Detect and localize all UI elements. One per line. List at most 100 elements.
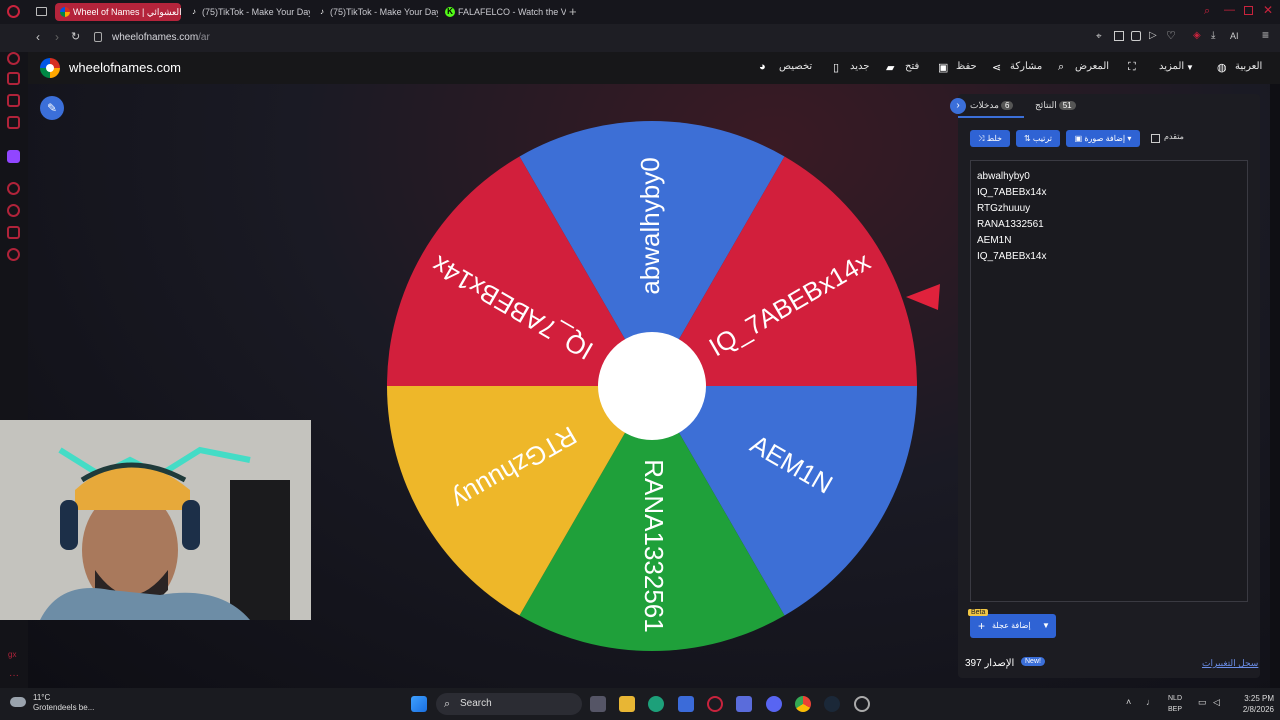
save-button[interactable]: حفظ	[956, 61, 977, 72]
adblock-icon[interactable]	[1131, 31, 1141, 41]
heart-icon[interactable]: ♡	[1166, 29, 1176, 42]
ai-button[interactable]: AI	[1230, 31, 1239, 41]
steam-icon[interactable]	[824, 696, 840, 712]
aria-icon[interactable]	[7, 52, 20, 65]
tab-underline	[958, 116, 1024, 118]
wallet-icon[interactable]: ◈	[1193, 30, 1201, 41]
add-image-button[interactable]: ▣ إضافة صورة ▾	[1066, 130, 1140, 147]
tab-results-label: النتائج	[1035, 100, 1057, 110]
lang-bottom: BEP	[1168, 706, 1183, 713]
add-wheel-label: إضافة عجلة	[992, 621, 1031, 630]
new-button[interactable]: جديد	[850, 61, 869, 72]
folder-icon: ▰	[886, 62, 895, 74]
entries-textarea[interactable]: abwalhyby0 IQ_7ABEBx14x RTGzhuuuy RANA13…	[970, 160, 1248, 602]
tab-title: (75)TikTok - Make Your Day	[330, 7, 438, 17]
taskbar-clock[interactable]: 3:25 PM 2/8/2026	[1234, 693, 1274, 715]
wheel-logo-icon[interactable]	[40, 58, 60, 78]
changelog-link[interactable]: سجل التغييرات	[1202, 658, 1258, 669]
collapse-panel-icon[interactable]: ›	[950, 98, 966, 114]
flow-icon[interactable]	[7, 72, 20, 85]
advanced-checkbox[interactable]	[1151, 134, 1160, 143]
wheel[interactable]: abwalhyby0 IQ_7ABEBx14x AEM1N RANA1332561 RT…	[386, 120, 918, 652]
forward-icon[interactable]: ›	[55, 30, 59, 44]
edit-pencil-button[interactable]: ✎	[40, 96, 64, 120]
tray-chevron-icon[interactable]: ˄	[1126, 697, 1131, 707]
chrome-icon[interactable]	[795, 696, 811, 712]
list-item: IQ_7ABEBx14x	[977, 251, 1047, 262]
tab-entries[interactable]: مدخلات 6	[970, 100, 1015, 111]
browser-tab-tiktok-2[interactable]: ♪ (75)TikTok - Make Your Day	[312, 3, 438, 21]
maximize-icon[interactable]	[1244, 6, 1253, 15]
twitch-icon[interactable]	[7, 150, 20, 163]
clock-icon[interactable]	[7, 204, 20, 217]
entries-count-badge: 6	[1000, 101, 1014, 110]
opera-gx-icon[interactable]	[707, 696, 723, 712]
store-icon[interactable]	[678, 696, 694, 712]
fullscreen-icon[interactable]: ⛶	[1128, 61, 1136, 74]
minimize-icon[interactable]: —	[1224, 4, 1235, 16]
browser-tab-tiktok-1[interactable]: ♪ (75)TikTok - Make Your Day	[184, 3, 310, 21]
more-button[interactable]: المزيد	[1159, 61, 1184, 72]
more-dots-icon[interactable]: ···	[9, 670, 19, 681]
camera-icon[interactable]	[1114, 31, 1124, 41]
site-title[interactable]: wheelofnames.com	[69, 60, 181, 75]
close-window-icon[interactable]: ✕	[1263, 3, 1273, 17]
opera-logo-icon[interactable]	[7, 5, 20, 18]
bookmark-pin-icon[interactable]: ⌖	[1096, 31, 1102, 42]
share-button[interactable]: مشاركة	[1010, 61, 1042, 72]
speaker-icon[interactable]: ◁	[1213, 697, 1220, 708]
app-icon[interactable]	[736, 696, 752, 712]
download-icon[interactable]: ⤓	[1211, 30, 1215, 41]
add-wheel-button[interactable]: + إضافة عجلة ▼	[970, 614, 1056, 638]
messenger-icon[interactable]	[7, 116, 20, 129]
discord-icon[interactable]	[766, 696, 782, 712]
wheel-svg[interactable]: abwalhyby0IQ_7ABEBx14xAEM1NRANA1332561RT…	[386, 120, 918, 652]
taskbar-search[interactable]: ⌕ Search	[436, 693, 582, 715]
edge-icon[interactable]	[648, 696, 664, 712]
extensions-icon[interactable]	[7, 226, 20, 239]
search-tabs-icon[interactable]: ⌕	[1204, 5, 1210, 18]
language-button[interactable]: العربية	[1235, 61, 1262, 72]
menu-icon[interactable]: ≡	[1262, 28, 1269, 42]
windows-taskbar: 11°C Grotendeels be... ⌕ Search ˄ ♩ NLD …	[0, 688, 1280, 720]
url-field[interactable]: wheelofnames.com/ar	[112, 32, 210, 43]
chevron-down-icon[interactable]: ▼	[1042, 614, 1050, 638]
shuffle-button[interactable]: ⤨ خلط	[970, 130, 1010, 147]
gx-icon[interactable]: gx	[8, 650, 16, 659]
wheel-center-hub[interactable]	[598, 332, 706, 440]
customize-button[interactable]: تخصيص	[779, 61, 812, 72]
gallery-button[interactable]: المعرض	[1075, 61, 1109, 72]
list-item: AEM1N	[977, 235, 1012, 246]
advanced-label: متقدم	[1164, 132, 1184, 141]
language-indicator[interactable]: NLD BEP	[1168, 693, 1182, 715]
file-explorer-icon[interactable]	[619, 696, 635, 712]
open-button[interactable]: فتح	[905, 61, 919, 72]
shuffle-icon: ⤨	[978, 134, 987, 143]
microphone-icon[interactable]: ♩	[1146, 697, 1155, 707]
sort-button[interactable]: ⇅ ترتيب	[1016, 130, 1060, 147]
clock-time: 3:25 PM	[1244, 694, 1274, 703]
new-tab-icon[interactable]: +	[569, 4, 577, 19]
lock-icon	[94, 32, 102, 42]
share-icon: ⋖	[992, 62, 1002, 74]
back-icon[interactable]: ‹	[36, 30, 40, 44]
monitor-icon[interactable]: ▭	[1198, 697, 1207, 708]
reload-icon[interactable]: ↻	[71, 30, 80, 43]
history-icon[interactable]	[7, 182, 20, 195]
tiktok-icon: ♪	[320, 7, 324, 16]
browser-tab-wheel[interactable]: Wheel of Names | عجلة العشوائي	[55, 3, 181, 21]
task-view-icon[interactable]	[590, 696, 606, 712]
save-icon: ▣	[938, 62, 949, 74]
weather-widget[interactable]: 11°C Grotendeels be...	[10, 693, 94, 713]
cloud-icon	[10, 697, 26, 707]
browser-tab-falafelco[interactable]: K FALAFELCO - Watch the V	[440, 3, 566, 21]
tab-title: (75)TikTok - Make Your Day	[202, 7, 310, 17]
play-icon[interactable]: ▷	[1149, 30, 1157, 41]
settings-icon[interactable]	[7, 248, 20, 261]
add-image-label: إضافة صورة	[1084, 134, 1126, 143]
instagram-icon[interactable]	[7, 94, 20, 107]
tab-results[interactable]: النتائج 51	[1035, 100, 1078, 111]
start-icon[interactable]	[411, 696, 427, 712]
tab-overview-icon[interactable]	[36, 7, 47, 16]
settings-gear-icon[interactable]	[854, 696, 870, 712]
